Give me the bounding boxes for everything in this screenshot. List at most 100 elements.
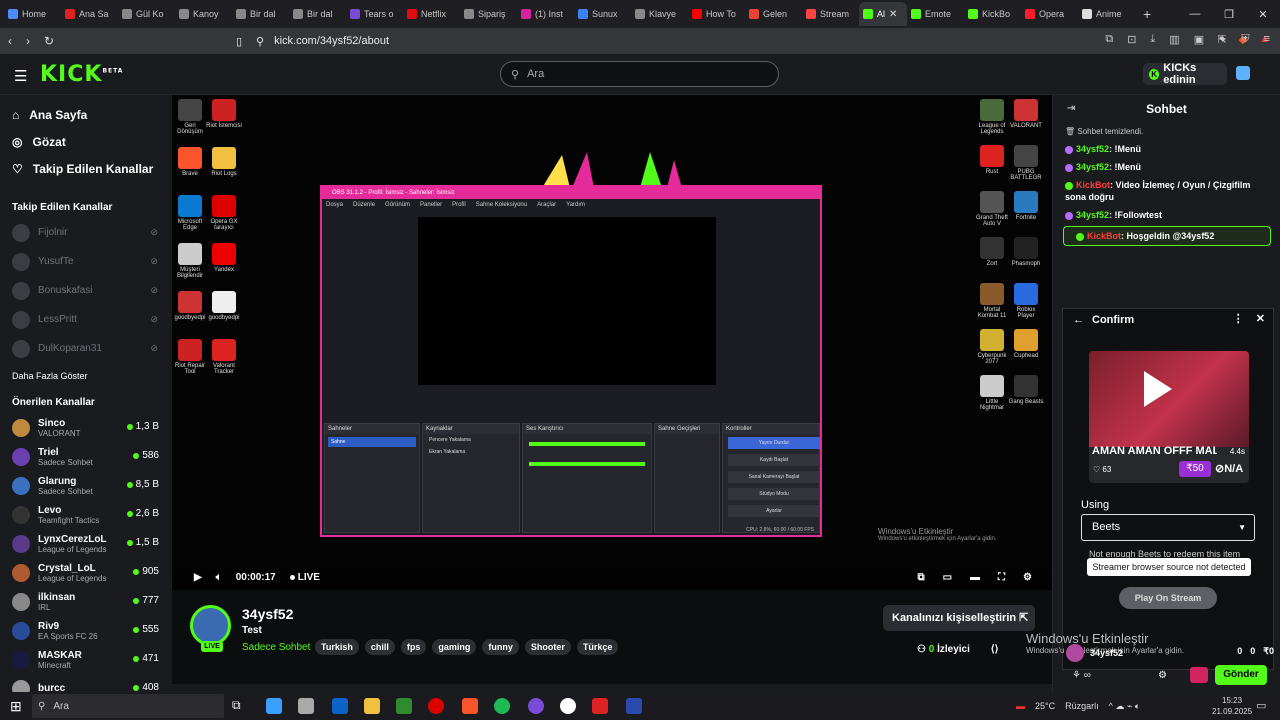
taskbar-clock[interactable]: 15:23 21.09.2025 bbox=[1212, 695, 1252, 717]
browser-tab[interactable]: Opera bbox=[1021, 2, 1078, 26]
browser-tab[interactable]: Sipariş bbox=[460, 2, 517, 26]
spotify-icon[interactable] bbox=[494, 698, 510, 714]
browser-tab[interactable]: Klavye bbox=[631, 2, 688, 26]
chat-username[interactable]: 34ysf52 bbox=[1076, 210, 1109, 220]
outlook-icon[interactable] bbox=[332, 698, 348, 714]
pip-icon[interactable]: ⧉ bbox=[917, 572, 924, 583]
share-stream-icon[interactable]: ⟨⟩ bbox=[991, 644, 999, 655]
browser-tab[interactable]: (1) Inst bbox=[517, 2, 574, 26]
sidebar-icon[interactable]: ▥ bbox=[1169, 33, 1179, 46]
stream-tag[interactable]: funny bbox=[482, 639, 519, 655]
followed-channel[interactable]: LessPritt ⊘ bbox=[0, 305, 172, 334]
valorant-icon[interactable] bbox=[592, 698, 608, 714]
forward-icon[interactable]: › bbox=[26, 34, 30, 48]
hamburger-menu-icon[interactable]: ☰ bbox=[14, 67, 27, 85]
kick-logo[interactable]: KICKBETA bbox=[40, 62, 123, 87]
video-player[interactable]: Geri Dönüşüm Riot İstemcisi Brave Riot Logs… bbox=[172, 95, 1052, 590]
stream-tag[interactable]: Turkish bbox=[315, 639, 359, 655]
recommended-channel[interactable]: ilkinsan IRL 777 bbox=[0, 587, 172, 616]
currency-select[interactable]: Beets ▼ bbox=[1081, 514, 1255, 541]
emote-picker-icon[interactable] bbox=[1190, 667, 1208, 683]
recommended-channel[interactable]: MASKAR Minecraft 471 bbox=[0, 645, 172, 674]
task-view-icon[interactable]: ⧉ bbox=[232, 698, 248, 714]
wallet-icon[interactable]: ▣ bbox=[1194, 33, 1204, 46]
back-arrow-icon[interactable]: ← bbox=[1073, 314, 1084, 326]
theater-mode-icon[interactable]: ▬ bbox=[970, 572, 980, 583]
play-on-stream-button[interactable]: Play On Stream bbox=[1119, 587, 1217, 609]
recommended-channel[interactable]: Crystal_LoL League of Legends 905 bbox=[0, 558, 172, 587]
discord-icon[interactable] bbox=[528, 698, 544, 714]
stream-tag[interactable]: Türkçe bbox=[576, 639, 619, 655]
browser-tab[interactable]: Kanoy bbox=[175, 2, 232, 26]
sidebar-nav-item[interactable]: ⌂ Ana Sayfa bbox=[0, 101, 172, 128]
play-icon[interactable] bbox=[1144, 371, 1172, 407]
chat-tools-icon[interactable]: ⚘ ∞ bbox=[1072, 670, 1091, 681]
maximize-icon[interactable]: ❐ bbox=[1212, 8, 1246, 21]
weather-temp[interactable]: 25°C bbox=[1035, 701, 1055, 711]
browser-tab[interactable]: Anime bbox=[1078, 2, 1135, 26]
browser-tab[interactable]: Al ✕ bbox=[859, 2, 907, 26]
tab-close-icon[interactable]: ✕ bbox=[889, 9, 897, 20]
vpn-icon[interactable]: ⛨ bbox=[1241, 33, 1249, 46]
streamer-avatar[interactable]: LIVE bbox=[190, 605, 231, 652]
url-text[interactable]: kick.com/34ysf52/about bbox=[274, 35, 389, 47]
browser-tab[interactable]: KickBo bbox=[964, 2, 1021, 26]
leo-icon[interactable]: ✦ bbox=[1218, 33, 1227, 46]
sidebar-nav-item[interactable]: ♡ Takip Edilen Kanallar bbox=[0, 155, 172, 182]
streamer-name[interactable]: 34ysf52 bbox=[242, 606, 293, 622]
brave-icon[interactable] bbox=[462, 698, 478, 714]
back-icon[interactable]: ‹ bbox=[8, 34, 12, 48]
tray-icons[interactable]: ^ ☁ ⌁ 🔈︎ bbox=[1109, 701, 1141, 712]
close-window-icon[interactable]: ✕ bbox=[1246, 8, 1280, 21]
minimize-icon[interactable]: — bbox=[1178, 8, 1212, 20]
address-bar[interactable]: ▯ ⚲ kick.com/34ysf52/about bbox=[236, 31, 976, 51]
explorer-icon[interactable] bbox=[364, 698, 380, 714]
menu-icon[interactable]: ≡ bbox=[1264, 33, 1270, 46]
chat-username[interactable]: 34ysf52 bbox=[1076, 162, 1109, 172]
followed-channel[interactable]: Fijolnir ⊘ bbox=[0, 218, 172, 247]
chat-settings-icon[interactable]: ⚙ bbox=[1158, 670, 1167, 681]
store-icon[interactable] bbox=[298, 698, 314, 714]
opera-icon[interactable] bbox=[428, 698, 444, 714]
recommended-channel[interactable]: Triel Sadece Sohbet 586 bbox=[0, 442, 172, 471]
reload-icon[interactable]: ↻ bbox=[44, 34, 54, 48]
followed-channel[interactable]: DulKoparan31 ⊘ bbox=[0, 334, 172, 363]
recommended-channel[interactable]: Glarung Sadece Sohbet 8,5 B bbox=[0, 471, 172, 500]
recommended-channel[interactable]: Sinco VALORANT 1,3 B bbox=[0, 413, 172, 442]
browser-tab[interactable]: Ana Sa bbox=[61, 2, 118, 26]
sidebar-nav-item[interactable]: ◎ Gözat bbox=[0, 128, 172, 155]
chat-username[interactable]: KickBot bbox=[1087, 231, 1121, 241]
new-tab-button[interactable]: + bbox=[1143, 6, 1151, 22]
app-icon[interactable] bbox=[626, 698, 642, 714]
recommended-channel[interactable]: burcc 408 bbox=[0, 674, 172, 692]
search-input[interactable]: ⚲ Ara bbox=[500, 61, 779, 87]
browser-tab[interactable]: How To bbox=[688, 2, 745, 26]
followed-channel[interactable]: Bonuskafasi ⊘ bbox=[0, 276, 172, 305]
recommended-channel[interactable]: Riv9 EA Sports FC 26 555 bbox=[0, 616, 172, 645]
taskbar-search[interactable]: ⚲ Ara bbox=[32, 694, 224, 718]
notification-icon[interactable]: ▭ bbox=[1256, 699, 1266, 712]
collapse-chat-icon[interactable]: ⇥ bbox=[1067, 95, 1075, 123]
browser-tab[interactable]: Netflix bbox=[403, 2, 460, 26]
recommended-channel[interactable]: LynxCerezLoL League of Legends 1,5 B bbox=[0, 529, 172, 558]
browser-tab[interactable]: Home bbox=[4, 2, 61, 26]
fullscreen-icon[interactable]: ⛶ bbox=[998, 572, 1005, 583]
stream-category[interactable]: Sadece Sohbet bbox=[242, 642, 310, 653]
show-more-link[interactable]: Daha Fazla Göster bbox=[0, 371, 172, 385]
get-kicks-button[interactable]: K KICKs edinin bbox=[1143, 62, 1227, 86]
settings-gear-icon[interactable]: ⚙ bbox=[1023, 572, 1032, 583]
obs-icon[interactable] bbox=[560, 698, 576, 714]
stream-tag[interactable]: gaming bbox=[432, 639, 477, 655]
browser-tab[interactable]: Gül Ko bbox=[118, 2, 175, 26]
clip-icon[interactable]: ▭ bbox=[943, 572, 952, 583]
minecraft-icon[interactable] bbox=[396, 698, 412, 714]
chat-username[interactable]: 34ysf52 bbox=[1076, 144, 1109, 154]
recommended-channel[interactable]: Levo Teamfight Tactics 2,6 B bbox=[0, 500, 172, 529]
chat-username[interactable]: KickBot bbox=[1076, 180, 1110, 190]
sound-card[interactable]: AMAN AMAN OFFF MALP... 4.4s ♡ 63 ₹50 ⊘N/… bbox=[1089, 351, 1249, 483]
weather-text[interactable]: Rüzgarlı bbox=[1065, 701, 1099, 711]
download-icon[interactable]: ⤓ bbox=[1150, 33, 1155, 46]
browser-tab[interactable]: Tears o bbox=[346, 2, 403, 26]
browser-tab[interactable]: Bir dal bbox=[232, 2, 289, 26]
live-indicator[interactable]: LIVE bbox=[289, 572, 320, 583]
